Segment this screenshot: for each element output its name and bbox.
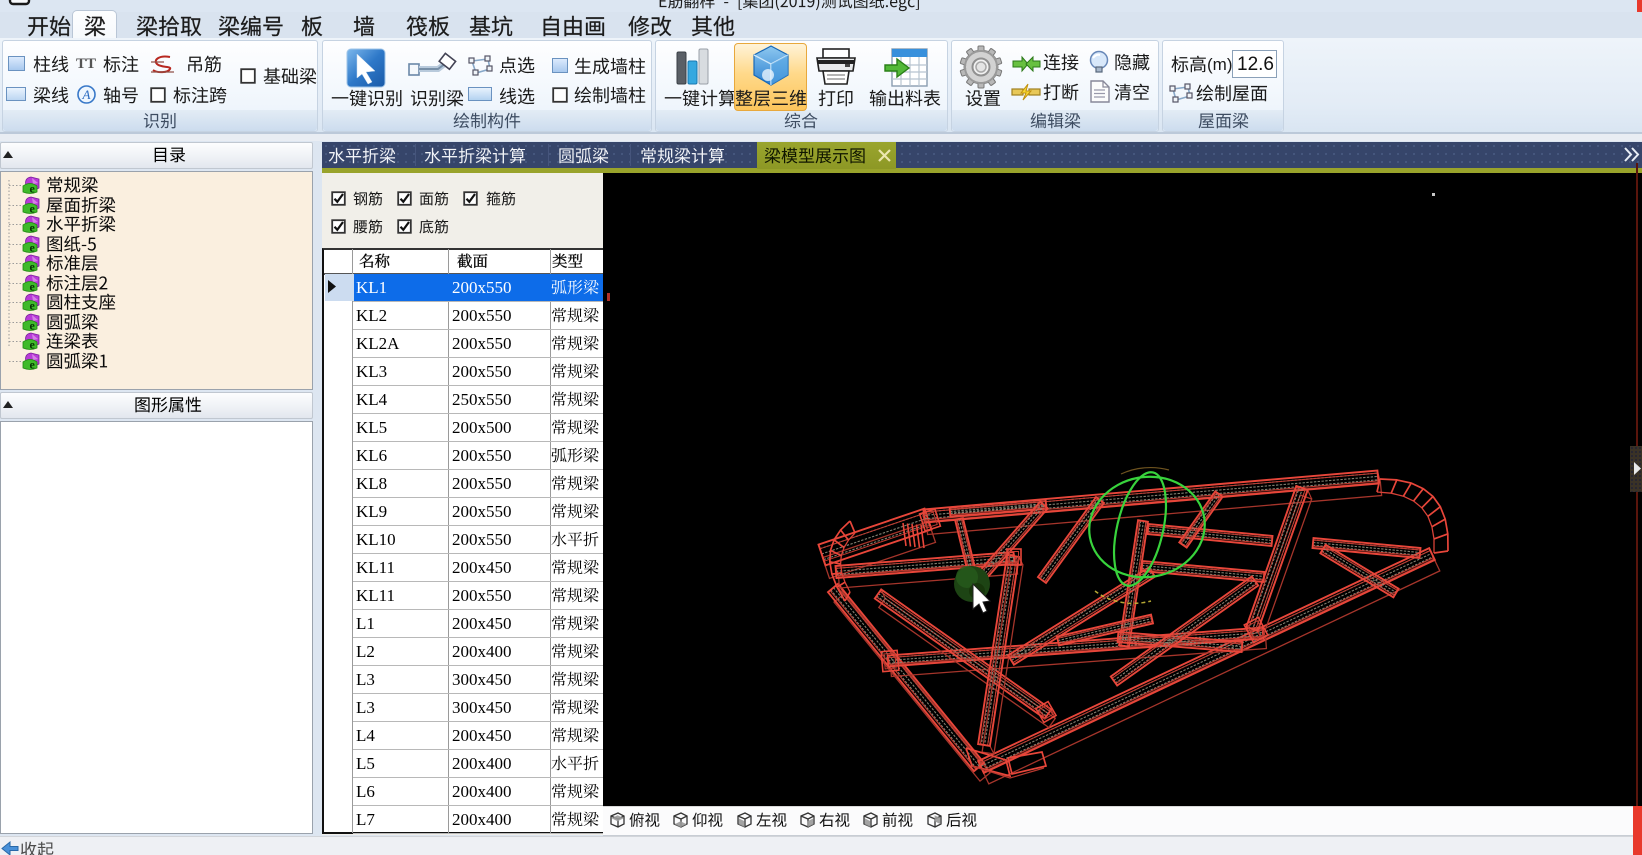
svg-text:e: e [30, 260, 36, 274]
svg-text:e: e [30, 201, 36, 215]
svg-text:e: e [30, 240, 36, 254]
svg-text:e: e [30, 279, 36, 293]
svg-text:e: e [30, 182, 36, 196]
svg-text:e: e [30, 338, 36, 352]
svg-text:e: e [30, 299, 36, 313]
svg-text:e: e [30, 357, 36, 371]
svg-text:e: e [30, 318, 36, 332]
svg-text:e: e [30, 221, 36, 235]
svg-text:A: A [82, 87, 91, 102]
